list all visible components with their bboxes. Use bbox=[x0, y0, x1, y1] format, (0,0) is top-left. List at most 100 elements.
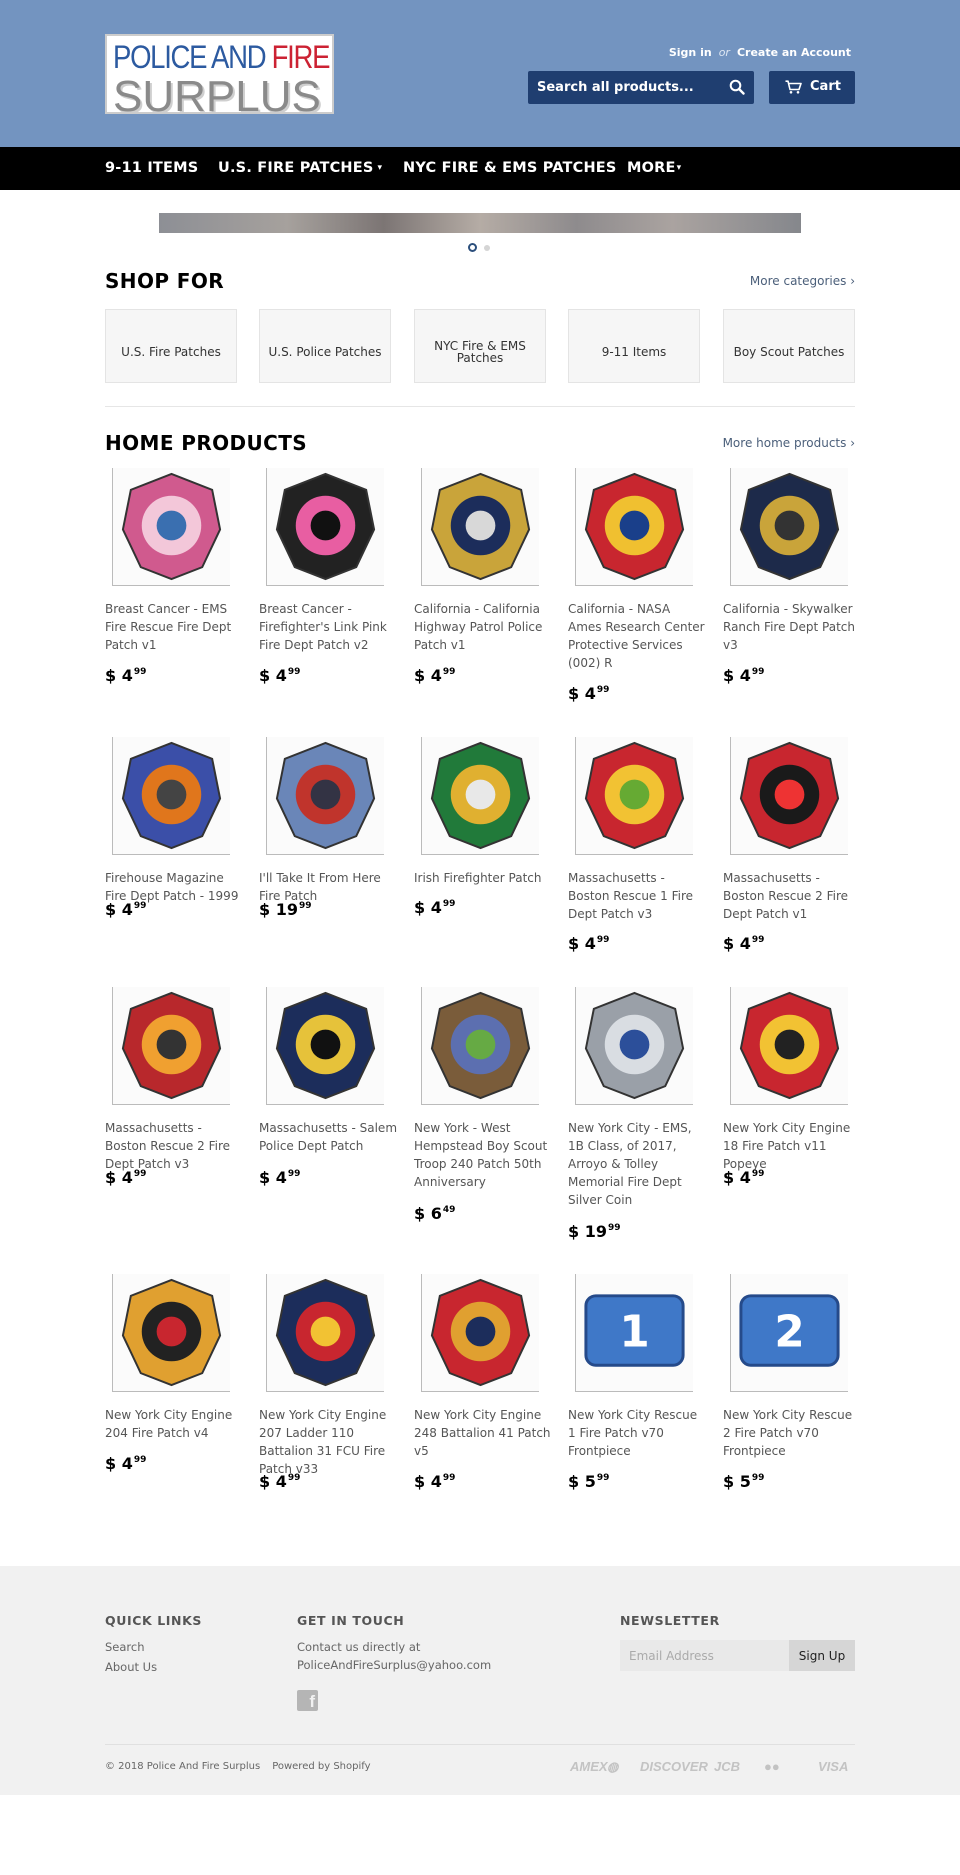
patch-image bbox=[275, 991, 376, 1100]
product-image[interactable] bbox=[421, 737, 539, 855]
product-title[interactable]: California - Skywalker Ranch Fire Dept P… bbox=[723, 600, 861, 654]
patch-image bbox=[584, 741, 685, 850]
product-price: $ 1999 bbox=[259, 900, 312, 919]
footer-link-search[interactable]: Search bbox=[105, 1638, 145, 1656]
product-image[interactable] bbox=[266, 987, 384, 1105]
product-title[interactable]: Massachusetts - Salem Police Dept Patch bbox=[259, 1119, 397, 1155]
patch-image bbox=[275, 472, 376, 581]
product-title[interactable]: New York City Engine 204 Fire Patch v4 bbox=[105, 1406, 243, 1442]
product-image[interactable] bbox=[112, 1274, 230, 1392]
product-price: $ 499 bbox=[723, 666, 765, 685]
newsletter-title: NEWSLETTER bbox=[620, 1613, 720, 1628]
newsletter-signup-button[interactable]: Sign Up bbox=[789, 1640, 855, 1671]
product-price: $ 599 bbox=[723, 1472, 765, 1491]
product-image[interactable] bbox=[112, 468, 230, 586]
more-home-products-link[interactable]: More home products › bbox=[723, 436, 855, 450]
get-in-touch-title: GET IN TOUCH bbox=[297, 1613, 405, 1628]
nav-item-more[interactable]: MORE▾ bbox=[627, 160, 681, 176]
product-price: $ 499 bbox=[259, 1168, 301, 1187]
product-title[interactable]: California - California Highway Patrol P… bbox=[414, 600, 552, 654]
newsletter-email-input[interactable] bbox=[620, 1640, 789, 1671]
logo-line-1: POLICE AND FIRE bbox=[113, 39, 330, 75]
product-price: $ 499 bbox=[723, 934, 765, 953]
create-account-link[interactable]: Create an Account bbox=[737, 46, 851, 59]
powered-by-shopify-link[interactable]: Powered by Shopify bbox=[272, 1761, 370, 1772]
product-image[interactable] bbox=[730, 468, 848, 586]
cart-icon bbox=[785, 80, 802, 94]
product-image[interactable] bbox=[730, 987, 848, 1105]
product-image[interactable] bbox=[421, 468, 539, 586]
discover-icon: DISCOVER bbox=[640, 1759, 708, 1774]
product-title[interactable]: Massachusetts - Boston Rescue 1 Fire Dep… bbox=[568, 869, 706, 923]
facebook-icon[interactable]: f bbox=[297, 1690, 318, 1711]
category-us-police-patches[interactable]: U.S. Police Patches bbox=[259, 309, 391, 383]
product-image[interactable] bbox=[730, 737, 848, 855]
category-us-fire-patches[interactable]: U.S. Fire Patches bbox=[105, 309, 237, 383]
product-title[interactable]: California - NASA Ames Research Center P… bbox=[568, 600, 706, 672]
product-price: $ 499 bbox=[105, 900, 147, 919]
logo-line-2: SURPLUS bbox=[113, 72, 321, 114]
nav-item-us-fire-patches[interactable]: U.S. FIRE PATCHES ▾ bbox=[218, 160, 382, 176]
product-title[interactable]: New York City Rescue 1 Fire Patch v70 Fr… bbox=[568, 1406, 706, 1460]
product-title[interactable]: Massachusetts - Boston Rescue 2 Fire Dep… bbox=[105, 1119, 243, 1173]
category-nyc-fire-ems-patches[interactable]: NYC Fire & EMS Patches bbox=[414, 309, 546, 383]
product-title[interactable]: Breast Cancer - EMS Fire Rescue Fire Dep… bbox=[105, 600, 243, 654]
cart-button[interactable]: Cart bbox=[769, 71, 855, 104]
patch-image bbox=[121, 1278, 222, 1387]
product-price: $ 499 bbox=[414, 898, 456, 917]
product-title[interactable]: New York City - EMS, 1B Class, of 2017, … bbox=[568, 1119, 706, 1209]
product-title[interactable]: New York City Engine 207 Ladder 110 Batt… bbox=[259, 1406, 397, 1478]
slider-dot-2[interactable] bbox=[484, 245, 490, 251]
product-title[interactable]: New York - West Hempstead Boy Scout Troo… bbox=[414, 1119, 552, 1191]
site-logo[interactable]: POLICE AND FIRE SURPLUS bbox=[105, 34, 334, 114]
cart-label: Cart bbox=[810, 79, 841, 94]
search-input[interactable] bbox=[528, 71, 718, 104]
product-image[interactable] bbox=[266, 468, 384, 586]
product-image[interactable] bbox=[266, 737, 384, 855]
product-image[interactable] bbox=[575, 737, 693, 855]
patch-image bbox=[430, 472, 531, 581]
product-title[interactable]: New York City Rescue 2 Fire Patch v70 Fr… bbox=[723, 1406, 861, 1460]
diners-club-icon: ◍ bbox=[607, 1759, 619, 1774]
patch-image bbox=[739, 472, 840, 581]
product-price: $ 1999 bbox=[568, 1222, 621, 1241]
search-icon[interactable] bbox=[729, 79, 745, 95]
footer-link-about-us[interactable]: About Us bbox=[105, 1658, 157, 1676]
sign-in-link[interactable]: Sign in bbox=[669, 46, 712, 59]
hero-slide-image[interactable] bbox=[159, 213, 801, 233]
nav-item-9-11-items[interactable]: 9-11 ITEMS bbox=[105, 160, 198, 176]
category-9-11-items[interactable]: 9-11 Items bbox=[568, 309, 700, 383]
home-products-title: HOME PRODUCTS bbox=[105, 431, 308, 455]
jcb-icon: JCB bbox=[714, 1759, 741, 1774]
product-title[interactable]: Massachusetts - Boston Rescue 2 Fire Dep… bbox=[723, 869, 861, 923]
product-title[interactable]: Breast Cancer - Firefighter's Link Pink … bbox=[259, 600, 397, 654]
product-image[interactable] bbox=[421, 1274, 539, 1392]
contact-email[interactable]: PoliceAndFireSurplus@yahoo.com bbox=[297, 1656, 491, 1674]
product-image[interactable] bbox=[266, 1274, 384, 1392]
product-price: $ 499 bbox=[723, 1168, 765, 1187]
product-image[interactable]: 1 bbox=[575, 1274, 693, 1392]
shop-for-title: SHOP FOR bbox=[105, 269, 225, 293]
slider-dot-1[interactable] bbox=[468, 243, 477, 252]
american-express-icon: AMEX bbox=[570, 1759, 608, 1774]
patch-image bbox=[739, 741, 840, 850]
main-nav: 9-11 ITEMS U.S. FIRE PATCHES ▾ NYC FIRE &… bbox=[0, 147, 960, 190]
product-image[interactable] bbox=[112, 987, 230, 1105]
patch-image bbox=[121, 991, 222, 1100]
contact-text: Contact us directly at bbox=[297, 1640, 421, 1654]
product-image[interactable] bbox=[421, 987, 539, 1105]
master-icon: ●● bbox=[764, 1759, 780, 1774]
product-image[interactable] bbox=[112, 737, 230, 855]
product-title[interactable]: Irish Firefighter Patch bbox=[414, 869, 552, 887]
product-price: $ 499 bbox=[414, 666, 456, 685]
more-categories-link[interactable]: More categories › bbox=[750, 274, 855, 288]
patch-image bbox=[430, 991, 531, 1100]
product-title[interactable]: New York City Engine 18 Fire Patch v11 P… bbox=[723, 1119, 861, 1173]
product-image[interactable] bbox=[575, 468, 693, 586]
product-image[interactable]: 2 bbox=[730, 1274, 848, 1392]
category-boy-scout-patches[interactable]: Boy Scout Patches bbox=[723, 309, 855, 383]
patch-image bbox=[584, 472, 685, 581]
product-image[interactable] bbox=[575, 987, 693, 1105]
product-title[interactable]: New York City Engine 248 Battalion 41 Pa… bbox=[414, 1406, 552, 1460]
nav-item-nyc-fire-ems-patches[interactable]: NYC FIRE & EMS PATCHES bbox=[403, 160, 617, 176]
